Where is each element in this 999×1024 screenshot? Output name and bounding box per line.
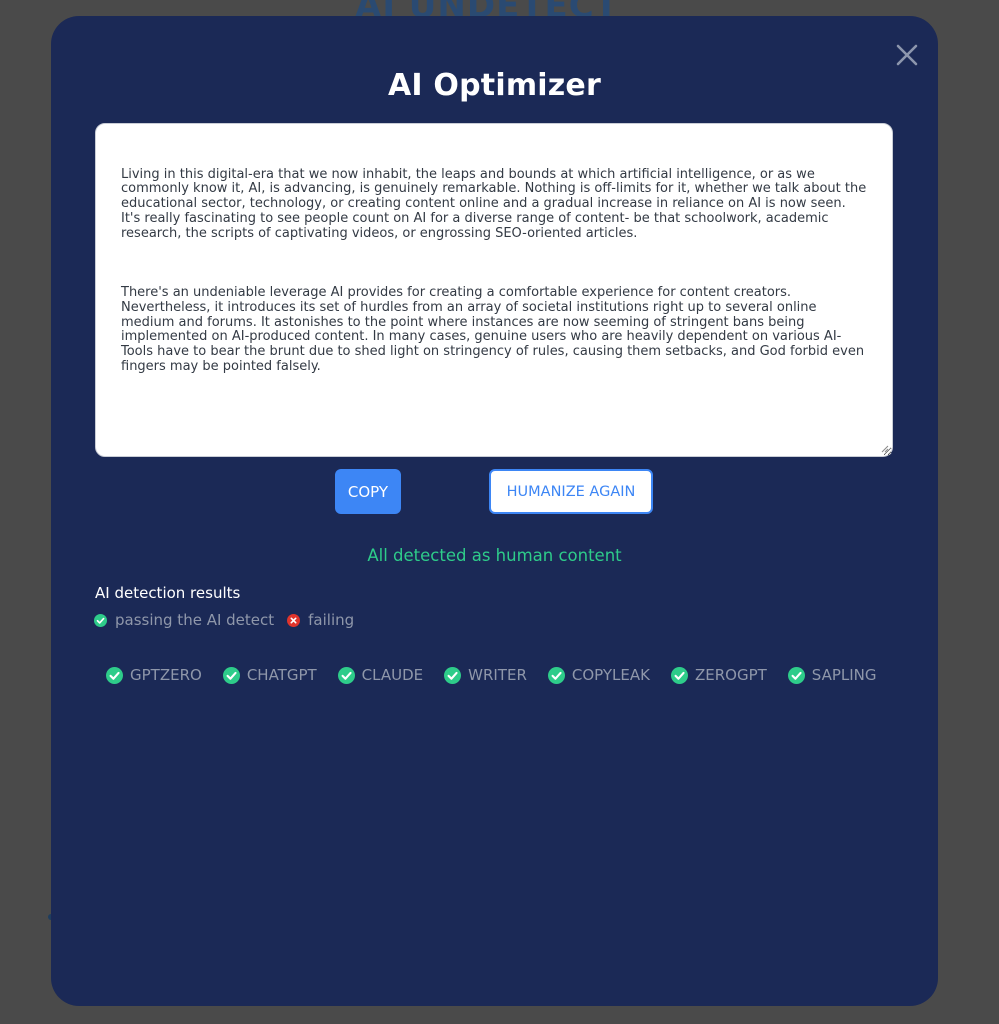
detector-label: COPYLEAK	[571, 666, 650, 684]
check-circle-icon	[222, 666, 240, 684]
resize-grip-icon[interactable]	[881, 445, 889, 453]
humanize-again-button[interactable]: HUMANIZE AGAIN	[489, 469, 653, 514]
detector-sapling: SAPLING	[787, 666, 877, 684]
modal-title: AI Optimizer	[388, 68, 601, 103]
check-circle-icon	[670, 666, 688, 684]
detector-writer: WRITER	[444, 666, 527, 684]
text-paragraph-1: Living in this digital-era that we now i…	[121, 166, 871, 241]
x-circle-icon	[287, 613, 301, 627]
detector-chatgpt: CHATGPT	[222, 666, 317, 684]
legend-fail-label: failing	[308, 611, 355, 629]
detection-legend: passing the AI detect failing	[94, 611, 367, 629]
detector-label: CHATGPT	[246, 666, 317, 684]
text-paragraph-2: There's an undeniable leverage AI provid…	[121, 284, 869, 374]
detector-label: CLAUDE	[361, 666, 424, 684]
legend-pass: passing the AI detect	[94, 611, 274, 629]
results-heading: AI detection results	[95, 584, 241, 602]
check-circle-icon	[94, 613, 107, 627]
detector-gptzero: GPTZERO	[106, 666, 202, 684]
legend-fail: failing	[287, 611, 354, 629]
detector-claude: CLAUDE	[337, 666, 424, 684]
detector-label: SAPLING	[811, 666, 877, 684]
check-circle-icon	[547, 666, 565, 684]
humanized-text-area[interactable]: Living in this digital-era that we now i…	[95, 123, 893, 457]
detector-label: ZEROGPT	[694, 666, 767, 684]
check-circle-icon	[444, 666, 462, 684]
detector-zerogpt: ZEROGPT	[670, 666, 767, 684]
detector-copyleak: COPYLEAK	[547, 666, 650, 684]
check-circle-icon	[106, 666, 123, 684]
ai-optimizer-modal: AI Optimizer Living in this digital-era …	[51, 16, 938, 1006]
check-circle-icon	[787, 666, 805, 684]
check-circle-icon	[337, 666, 355, 684]
close-button[interactable]	[894, 42, 920, 68]
detector-label: GPTZERO	[130, 666, 202, 684]
close-icon	[896, 44, 918, 66]
legend-pass-label: passing the AI detect	[115, 611, 275, 629]
result-summary: All detected as human content	[367, 546, 622, 565]
detector-label: WRITER	[468, 666, 527, 684]
detector-list: GPTZERO CHATGPT CLAUDE WRITER COPYLEAK Z…	[106, 666, 898, 684]
copy-button[interactable]: COPY	[335, 469, 401, 514]
